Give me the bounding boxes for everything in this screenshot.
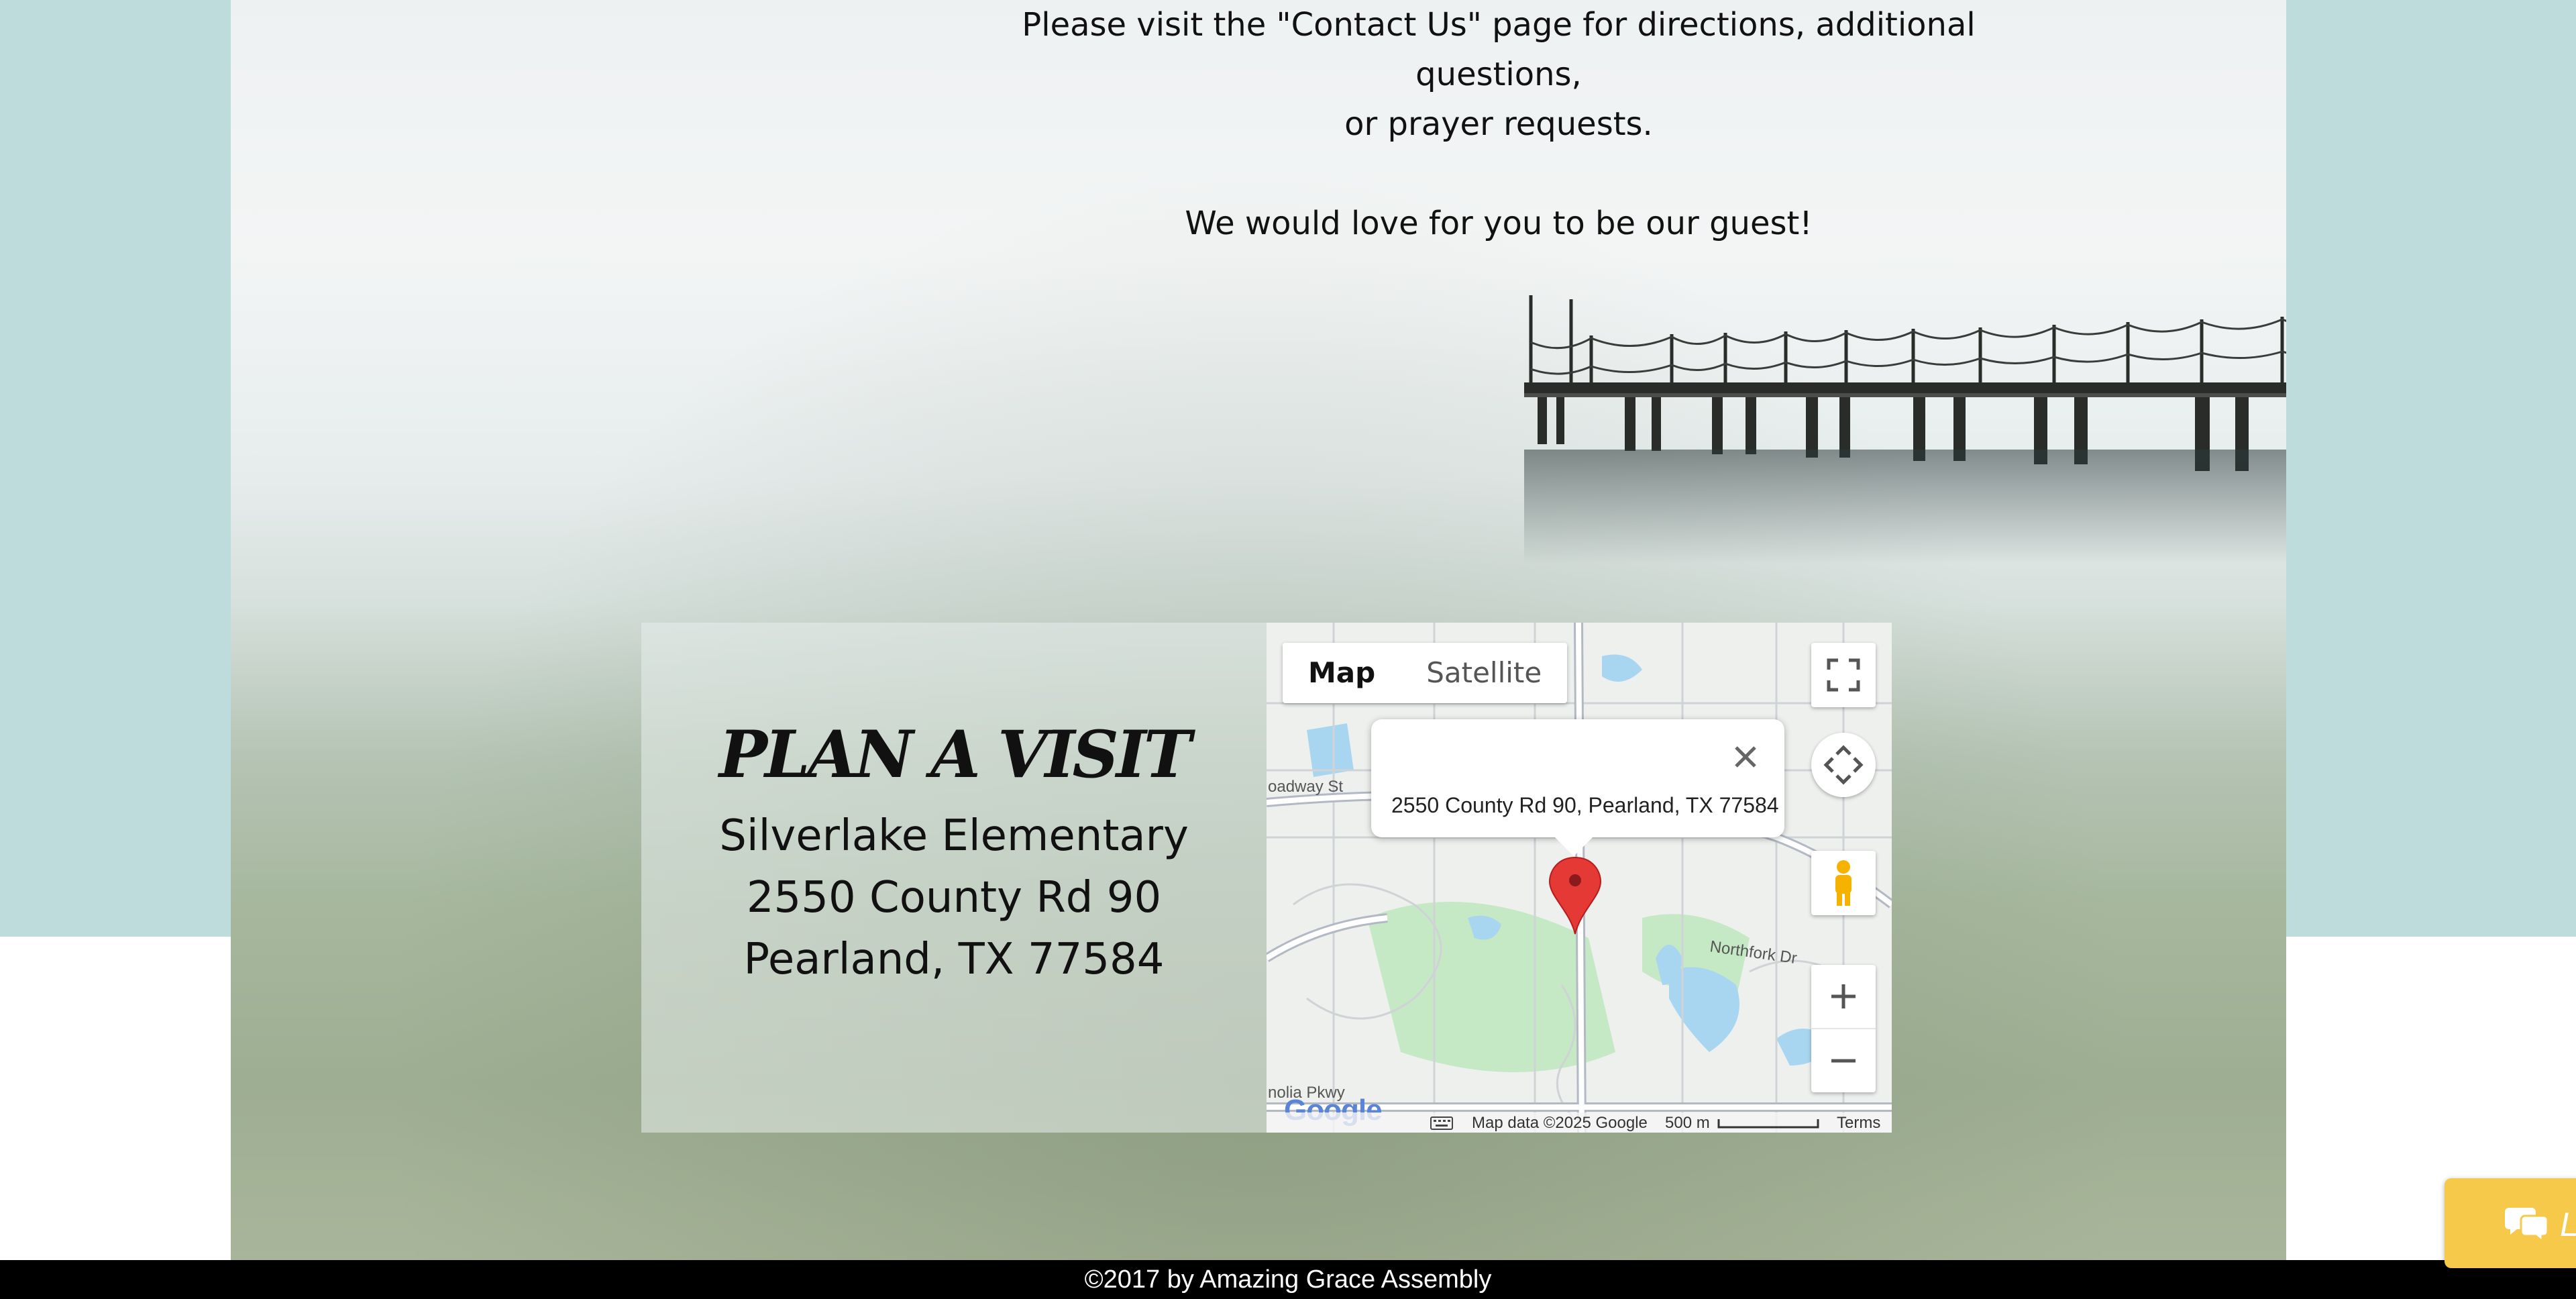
- address-line-1: Silverlake Elementary: [719, 811, 1189, 861]
- zoom-in-button[interactable]: [1811, 965, 1876, 1029]
- fullscreen-button[interactable]: [1811, 643, 1876, 707]
- zoom-out-button[interactable]: [1811, 1029, 1876, 1092]
- pier-image: [1524, 295, 2286, 564]
- site-footer: ©2017 by Amazing Grace Assembly: [0, 1260, 2576, 1299]
- map-type-toggle: Map Satellite: [1283, 643, 1568, 703]
- street-label-broadway: oadway St: [1268, 778, 1343, 796]
- google-map[interactable]: oadway St Northfork Dr nolia Pkwy Map Sa…: [1267, 623, 1892, 1133]
- chat-widget-label: L: [2560, 1205, 2576, 1244]
- minus-icon: [1831, 1059, 1856, 1063]
- intro-text: Please visit the "Contact Us" page for d…: [969, 0, 2029, 248]
- map-type-map-button[interactable]: Map: [1283, 643, 1401, 703]
- plan-a-visit-heading: PLAN A VISIT: [718, 717, 1191, 792]
- close-icon[interactable]: [1725, 737, 1766, 777]
- pegman-icon: [1835, 860, 1851, 906]
- camera-control-button[interactable]: [1811, 733, 1876, 797]
- footer-copyright: ©2017 by Amazing Grace Assembly: [1084, 1265, 1492, 1294]
- chat-widget-button[interactable]: L: [2445, 1178, 2576, 1268]
- map-scale-label[interactable]: 500 m: [1665, 1114, 1710, 1133]
- map-attribution-bar: Map data ©2025 Google 500 m Terms: [1267, 1112, 1892, 1133]
- intro-line-2: or prayer requests.: [1344, 105, 1653, 143]
- address-line-2: 2550 County Rd 90: [746, 873, 1162, 923]
- map-terms-link[interactable]: Terms: [1837, 1114, 1880, 1133]
- info-window-address: 2550 County Rd 90, Pearland, TX 77584: [1391, 793, 1779, 817]
- scale-bar: [1717, 1119, 1819, 1129]
- zoom-controls: [1811, 965, 1876, 1092]
- address-line-3: Pearland, TX 77584: [743, 935, 1165, 984]
- visit-address: Silverlake Elementary 2550 County Rd 90 …: [641, 805, 1267, 990]
- street-view-pegman-button[interactable]: [1811, 851, 1876, 915]
- intro-line-3: We would love for you to be our guest!: [1185, 205, 1813, 242]
- intro-line-1: Please visit the "Contact Us" page for d…: [1022, 6, 1976, 93]
- plus-icon: [1831, 984, 1856, 1008]
- map-type-satellite-button[interactable]: Satellite: [1401, 643, 1567, 703]
- chat-bubbles-icon: [2505, 1208, 2548, 1244]
- fullscreen-icon: [1827, 658, 1860, 692]
- keyboard-icon[interactable]: [1430, 1116, 1453, 1130]
- plan-a-visit-panel: PLAN A VISIT Silverlake Elementary 2550 …: [641, 623, 1267, 1133]
- pan-arrows-icon: [1823, 745, 1864, 785]
- map-info-window: 2550 County Rd 90, Pearland, TX 77584: [1371, 719, 1784, 856]
- map-data-text: Map data ©2025 Google: [1472, 1114, 1648, 1132]
